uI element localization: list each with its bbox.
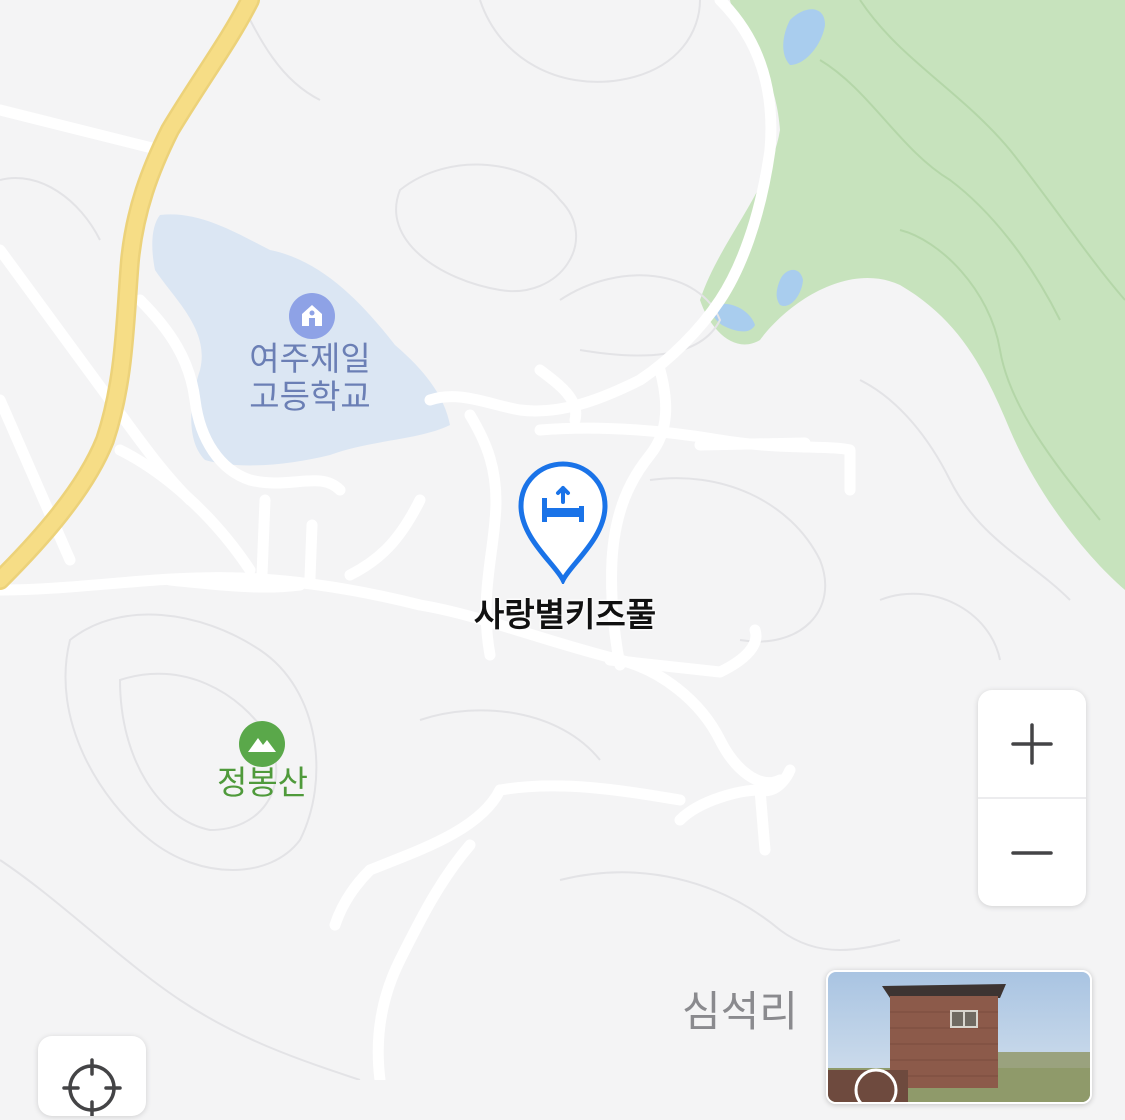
zoom-in-button[interactable] bbox=[978, 690, 1086, 797]
bed-lodging-pin-icon[interactable] bbox=[515, 460, 611, 586]
minus-icon bbox=[1011, 850, 1053, 855]
school-icon[interactable] bbox=[288, 292, 336, 340]
crosshair-icon bbox=[62, 1058, 122, 1118]
zoom-controls bbox=[978, 690, 1086, 906]
mountain-label[interactable]: 정봉산 bbox=[180, 764, 345, 802]
brick-building-photo bbox=[828, 972, 1090, 1102]
place-photo-thumbnail[interactable] bbox=[826, 970, 1092, 1104]
plus-icon bbox=[1011, 722, 1053, 765]
map-view[interactable]: 여주제일 고등학교 정봉산 사랑별키즈풀 심석리 bbox=[0, 0, 1125, 1080]
zoom-out-button[interactable] bbox=[978, 799, 1086, 906]
mountain-icon[interactable] bbox=[238, 720, 286, 768]
poi-label[interactable]: 사랑별키즈풀 bbox=[420, 596, 710, 634]
school-label[interactable]: 여주제일 고등학교 bbox=[210, 340, 410, 416]
current-location-button[interactable] bbox=[38, 1036, 146, 1118]
village-label: 심석리 bbox=[682, 987, 798, 1036]
